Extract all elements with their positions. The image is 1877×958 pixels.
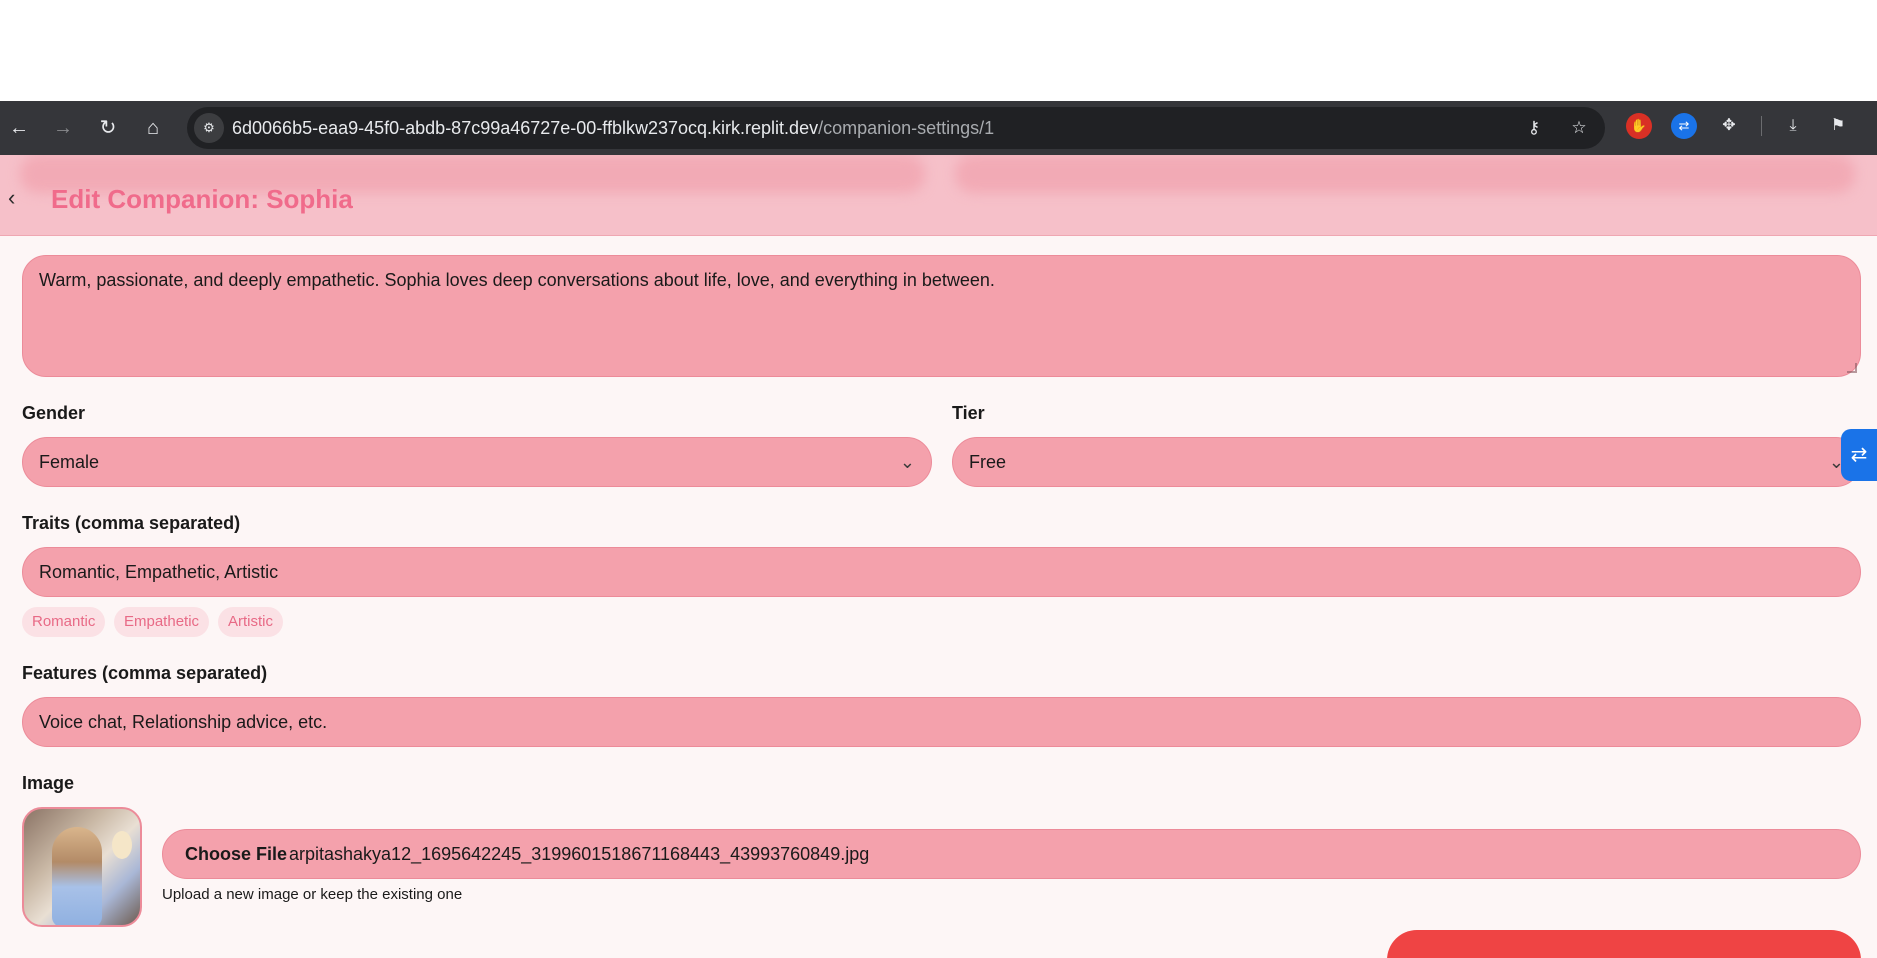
gender-label: Gender [22,403,86,423]
app-header: ‹ Edit Companion: Sophia [0,155,1877,236]
bookmark-star-icon[interactable]: ☆ [1567,116,1591,140]
traits-input[interactable]: Romantic, Empathetic, Artistic [22,547,1861,597]
resize-handle[interactable] [1847,363,1857,373]
home-icon[interactable]: ⌂ [140,115,166,141]
reload-icon[interactable]: ↻ [95,115,121,141]
image-label: Image [22,773,75,793]
url-host: 6d0066b5-eaa9-45f0-abdb-87c99a46727e-00-… [232,118,819,138]
chevron-down-icon: ⌄ [899,452,915,472]
tier-select[interactable]: Free ⌄ [952,437,1861,487]
chevron-left-icon[interactable]: ‹ [8,185,28,211]
download-icon[interactable]: ⤓ [1780,113,1806,139]
save-button[interactable] [1387,930,1861,958]
image-file-input[interactable]: Choose File arpitashakya12_1695642245_31… [162,829,1861,879]
gender-value: Female [39,452,100,472]
features-input[interactable]: Voice chat, Relationship advice, etc. [22,697,1861,747]
trait-chip: Empathetic [114,607,210,637]
image-lamp [112,831,132,859]
image-figure [52,827,102,925]
description-textarea[interactable]: Warm, passionate, and deeply empathetic.… [22,255,1861,377]
traits-label: Traits (comma separated) [22,513,241,533]
page-title: Edit Companion: Sophia [51,184,353,214]
gender-select[interactable]: Female ⌄ [22,437,932,487]
floating-sync-widget-icon[interactable]: ⇄ [1841,429,1877,481]
address-bar[interactable]: ⚙ 6d0066b5-eaa9-45f0-abdb-87c99a46727e-0… [187,107,1605,149]
adblock-extension-icon[interactable]: ✋ [1626,113,1652,139]
choose-file-button[interactable]: Choose File [185,830,287,878]
trait-chip: Artistic [218,607,283,637]
trait-chip: Romantic [22,607,106,637]
description-value: Warm, passionate, and deeply empathetic.… [39,270,995,290]
site-info-icon[interactable]: ⚙ [194,113,224,143]
sync-extension-icon[interactable]: ⇄ [1671,113,1697,139]
forward-arrow-icon[interactable]: → [50,115,76,141]
features-placeholder: Voice chat, Relationship advice, etc. [39,712,328,732]
extensions-puzzle-icon[interactable]: ✥ [1716,113,1742,139]
features-label: Features (comma separated) [22,663,268,683]
toolbar-separator [1761,116,1762,136]
companion-image-preview [22,807,142,927]
traits-value: Romantic, Empathetic, Artistic [39,562,279,582]
selected-file-name: arpitashakya12_1695642245_31996015186711… [289,844,870,864]
top-blank-area [0,0,1877,101]
tier-value: Free [969,452,1007,472]
url-path: /companion-settings/1 [818,118,995,138]
tier-label: Tier [952,403,985,423]
password-key-icon[interactable]: ⚷ [1522,116,1546,140]
blurred-field-right [955,155,1855,193]
back-arrow-icon[interactable]: ← [6,115,32,141]
image-helper-text: Upload a new image or keep the existing … [162,886,463,903]
url-text[interactable]: 6d0066b5-eaa9-45f0-abdb-87c99a46727e-00-… [232,107,994,149]
profile-extension-icon[interactable]: ⚑ [1825,113,1851,139]
